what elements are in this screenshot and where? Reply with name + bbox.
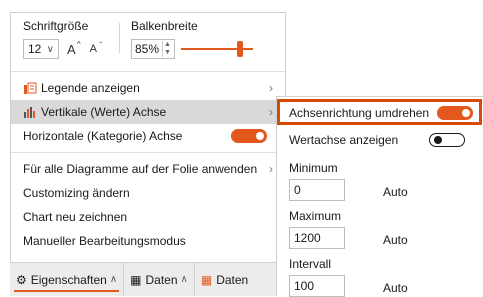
tab-data-edit[interactable]: ▦ Daten	[195, 263, 254, 296]
font-size-value: 12	[28, 42, 42, 56]
menu-item-label: Legende anzeigen	[41, 81, 140, 95]
font-size-group: Schriftgröße 12 ∨ A ^ Aˇ	[23, 19, 102, 59]
chevron-right-icon: ›	[269, 81, 273, 95]
tab-data[interactable]: ▦ Daten ∧	[124, 263, 195, 296]
menu-item-label: Chart neu zeichnen	[23, 210, 128, 224]
chevron-right-icon: ›	[269, 162, 273, 176]
minimum-auto-label: Auto	[383, 185, 408, 199]
menu-item-label: Manueller Bearbeitungsmodus	[23, 234, 186, 248]
spinner-icon[interactable]: ▲ ▼	[162, 41, 172, 57]
reverse-direction-label: Achsenrichtung umdrehen	[289, 106, 430, 120]
legend-icon	[23, 81, 37, 95]
chart-menu: Schriftgröße 12 ∨ A ^ Aˇ Balkenbreite 85%…	[10, 12, 286, 296]
chevron-down-icon: ∨	[46, 43, 54, 55]
bar-width-value: 85%	[135, 42, 160, 56]
minimum-input[interactable]: 0	[289, 179, 345, 201]
bar-width-slider[interactable]	[181, 39, 253, 59]
menu-item-horizontal-axis[interactable]: Horizontale (Kategorie) Achse	[11, 124, 285, 148]
bar-width-label: Balkenbreite	[131, 19, 198, 33]
maximum-auto-label: Auto	[383, 233, 408, 247]
menu-item-customizing[interactable]: Customizing ändern	[11, 181, 285, 205]
bar-width-input[interactable]: 85% ▲ ▼	[131, 39, 175, 59]
menu-item-legend[interactable]: Legende anzeigen ›	[11, 76, 285, 100]
decrease-font-button[interactable]: Aˇ	[90, 41, 102, 55]
minimum-label: Minimum	[289, 161, 338, 175]
reverse-direction-toggle[interactable]	[437, 106, 473, 120]
gear-icon: ⚙	[16, 272, 27, 287]
chart-settings-panel: Schriftgröße 12 ∨ A ^ Aˇ Balkenbreite 85%…	[0, 0, 483, 297]
font-size-label: Schriftgröße	[23, 19, 89, 33]
axis-chart-icon	[23, 105, 37, 119]
slider-thumb[interactable]	[237, 41, 244, 57]
horizontal-axis-toggle[interactable]	[231, 129, 267, 143]
menu-item-label: Customizing ändern	[23, 186, 130, 200]
interval-auto-label: Auto	[383, 281, 408, 295]
menu-item-apply-all[interactable]: Für alle Diagramme auf der Folie anwende…	[11, 157, 285, 181]
chevron-up-icon: ∧	[109, 274, 118, 285]
font-size-dropdown[interactable]: 12 ∨	[23, 39, 59, 59]
show-axis-label: Wertachse anzeigen	[289, 133, 399, 147]
divider	[11, 71, 285, 72]
menu-item-manual-edit[interactable]: Manueller Bearbeitungsmodus	[11, 229, 285, 253]
bar-width-group: Balkenbreite 85% ▲ ▼	[131, 19, 253, 59]
divider	[119, 23, 120, 53]
menu-item-label: Vertikale (Werte) Achse	[41, 105, 167, 119]
interval-label: Intervall	[289, 257, 332, 271]
maximum-input[interactable]: 1200	[289, 227, 345, 249]
menu-item-redraw[interactable]: Chart neu zeichnen	[11, 205, 285, 229]
tab-properties[interactable]: ⚙ Eigenschaften ∧	[10, 263, 125, 296]
interval-input[interactable]: 100	[289, 275, 345, 297]
divider	[11, 152, 285, 153]
bottom-tab-bar: ⚙ Eigenschaften ∧ ▦ Daten ∧ ▦ Daten	[10, 262, 286, 296]
menu-item-vertical-axis[interactable]: Vertikale (Werte) Achse ›	[11, 100, 285, 124]
vertical-axis-submenu: Achsenrichtung umdrehen Wertachse anzeig…	[276, 96, 483, 297]
table-icon: ▦	[130, 272, 142, 287]
maximum-label: Maximum	[289, 209, 342, 223]
chevron-right-icon: ›	[269, 105, 273, 119]
menu-item-label: Für alle Diagramme auf der Folie anwende…	[23, 162, 258, 176]
show-axis-toggle[interactable]	[429, 133, 465, 147]
menu-item-label: Horizontale (Kategorie) Achse	[23, 129, 183, 143]
chevron-up-icon: ∧	[180, 274, 188, 285]
table-edit-icon: ▦	[200, 272, 213, 287]
increase-font-button[interactable]: A ^	[67, 40, 81, 57]
